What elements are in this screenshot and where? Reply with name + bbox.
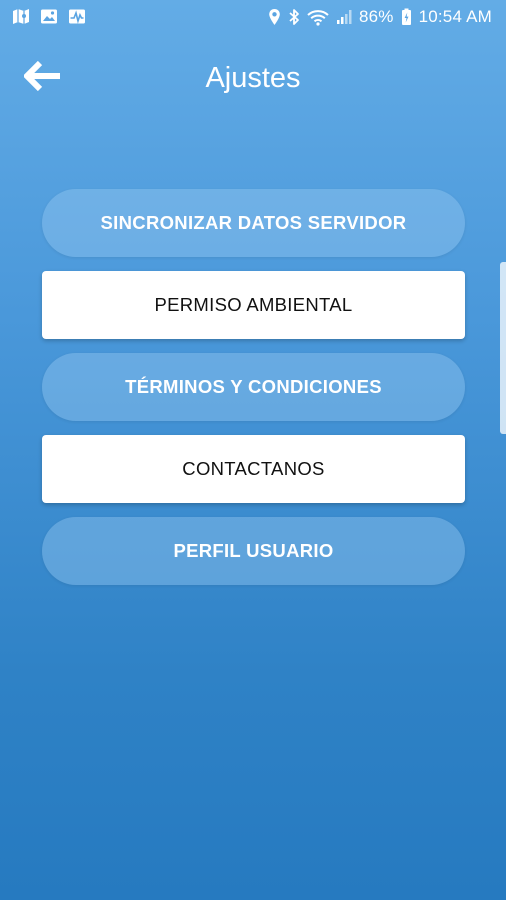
terms-and-conditions-button[interactable]: TÉRMINOS Y CONDICIONES	[42, 353, 465, 421]
page-title: Ajustes	[205, 62, 301, 94]
battery-percentage: 86%	[358, 7, 394, 26]
terms-and-conditions-label: TÉRMINOS Y CONDICIONES	[125, 376, 382, 397]
environmental-permit-button[interactable]: PERMISO AMBIENTAL	[42, 271, 465, 339]
sync-server-data-label: SINCRONIZAR DATOS SERVIDOR	[100, 212, 407, 233]
system-status: 86% 10:54 AM	[268, 7, 492, 27]
user-profile-button[interactable]: PERFIL USUARIO	[42, 517, 465, 585]
bluetooth-icon	[288, 8, 300, 26]
user-profile-label: PERFIL USUARIO	[173, 540, 334, 561]
sync-server-data-button[interactable]: SINCRONIZAR DATOS SERVIDOR	[42, 189, 465, 257]
notification-icons	[12, 8, 86, 25]
settings-menu: SINCRONIZAR DATOS SERVIDOR PERMISO AMBIE…	[42, 189, 465, 599]
location-icon	[268, 8, 281, 26]
clock: 10:54 AM	[418, 7, 492, 26]
app-header: Ajustes	[0, 50, 506, 108]
environmental-permit-label: PERMISO AMBIENTAL	[154, 294, 353, 315]
contact-us-label: CONTACTANOS	[182, 458, 325, 479]
map-icon	[12, 8, 30, 25]
activity-icon	[68, 8, 86, 25]
battery-icon	[401, 8, 412, 26]
scrollbar[interactable]	[500, 262, 506, 434]
image-icon	[40, 8, 58, 25]
contact-us-button[interactable]: CONTACTANOS	[42, 435, 465, 503]
signal-icon	[336, 9, 352, 25]
status-bar: 86% 10:54 AM	[0, 0, 506, 36]
wifi-icon	[307, 9, 329, 26]
